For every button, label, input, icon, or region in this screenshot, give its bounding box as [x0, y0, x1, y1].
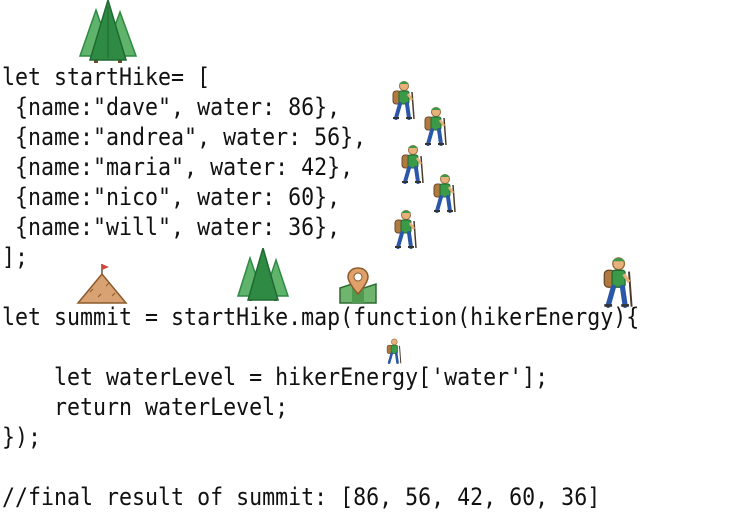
- hiker-icon: [428, 173, 458, 213]
- hiker-icon: [396, 144, 426, 184]
- code-line-12: //final result of summit: [86, 56, 42, 6…: [2, 483, 601, 511]
- hiker-icon: [596, 256, 636, 308]
- code-line-2: {name:"dave", water: 86},: [2, 93, 341, 121]
- map-pin-icon: [338, 266, 378, 304]
- code-line-7: ];: [2, 243, 29, 271]
- code-line-6: {name:"will", water: 36},: [2, 213, 341, 241]
- evergreen-trees-icon: [74, 0, 142, 64]
- hiker-icon: [419, 106, 449, 146]
- evergreen-trees-icon: [236, 248, 290, 302]
- code-line-1: let startHike= [: [2, 63, 211, 91]
- hiker-icon: [383, 338, 403, 364]
- mountain-summit-icon: [76, 262, 128, 304]
- code-line-9: let waterLevel = hikerEnergy['water'];: [2, 363, 549, 391]
- code-line-5: {name:"nico", water: 60},: [2, 183, 341, 211]
- code-line-8: let summit = startHike.map(function(hike…: [2, 303, 640, 331]
- hiker-icon: [389, 209, 419, 249]
- hiker-icon: [387, 80, 417, 120]
- code-line-10: return waterLevel;: [2, 393, 289, 421]
- code-canvas: let startHike= [ {name:"dave", water: 86…: [0, 0, 730, 511]
- code-line-4: {name:"maria", water: 42},: [2, 153, 354, 181]
- code-line-3: {name:"andrea", water: 56},: [2, 123, 367, 151]
- code-line-11: });: [2, 423, 42, 451]
